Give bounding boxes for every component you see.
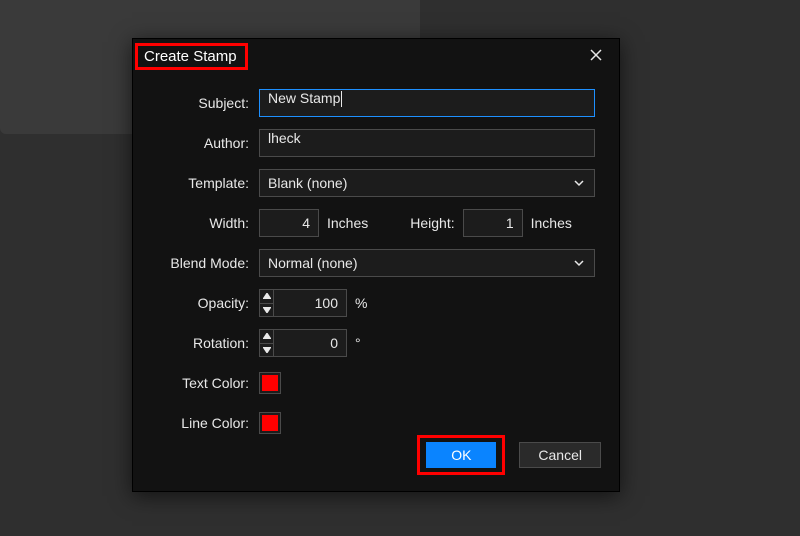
blend-mode-label: Blend Mode: — [133, 255, 259, 271]
line-color-label: Line Color: — [133, 415, 259, 431]
subject-input[interactable]: New Stamp — [259, 89, 595, 117]
width-input[interactable] — [259, 209, 319, 237]
opacity-label: Opacity: — [133, 295, 259, 311]
rotation-spinner — [259, 329, 273, 357]
opacity-spinner — [259, 289, 273, 317]
width-label: Width: — [133, 215, 259, 231]
rotation-step-down[interactable] — [260, 343, 273, 357]
subject-value: New Stamp — [268, 90, 340, 106]
author-value: lheck — [268, 130, 301, 146]
text-color-swatch[interactable] — [259, 372, 281, 394]
author-input[interactable]: lheck — [259, 129, 595, 157]
height-label: Height: — [410, 215, 454, 231]
cancel-button[interactable]: Cancel — [519, 442, 601, 468]
template-select[interactable]: Blank (none) — [259, 169, 595, 197]
height-input[interactable] — [463, 209, 523, 237]
line-color-swatch[interactable] — [259, 412, 281, 434]
dialog-buttons: OK Cancel — [417, 435, 601, 475]
subject-label: Subject: — [133, 95, 259, 111]
create-stamp-dialog: Create Stamp Subject: New Stamp Author: … — [132, 38, 620, 492]
opacity-step-down[interactable] — [260, 303, 273, 317]
author-label: Author: — [133, 135, 259, 151]
template-value: Blank (none) — [268, 175, 347, 191]
close-button[interactable] — [579, 41, 613, 69]
ok-button[interactable]: OK — [426, 442, 496, 468]
opacity-unit: % — [355, 295, 367, 311]
chevron-down-icon — [572, 256, 586, 270]
line-color-value — [262, 415, 278, 431]
template-label: Template: — [133, 175, 259, 191]
close-icon — [589, 48, 603, 62]
rotation-input[interactable] — [273, 329, 347, 357]
opacity-step-up[interactable] — [260, 290, 273, 303]
height-unit: Inches — [531, 215, 572, 231]
chevron-down-icon — [572, 176, 586, 190]
opacity-input[interactable] — [273, 289, 347, 317]
blend-mode-value: Normal (none) — [268, 255, 357, 271]
rotation-label: Rotation: — [133, 335, 259, 351]
dialog-title: Create Stamp — [135, 43, 248, 70]
blend-mode-select[interactable]: Normal (none) — [259, 249, 595, 277]
text-color-value — [262, 375, 278, 391]
form: Subject: New Stamp Author: lheck Templat… — [133, 71, 619, 437]
text-cursor — [341, 91, 342, 107]
width-unit: Inches — [327, 215, 368, 231]
text-color-label: Text Color: — [133, 375, 259, 391]
titlebar: Create Stamp — [133, 39, 619, 71]
rotation-unit: ° — [355, 335, 361, 351]
rotation-step-up[interactable] — [260, 330, 273, 343]
ok-highlight: OK — [417, 435, 505, 475]
